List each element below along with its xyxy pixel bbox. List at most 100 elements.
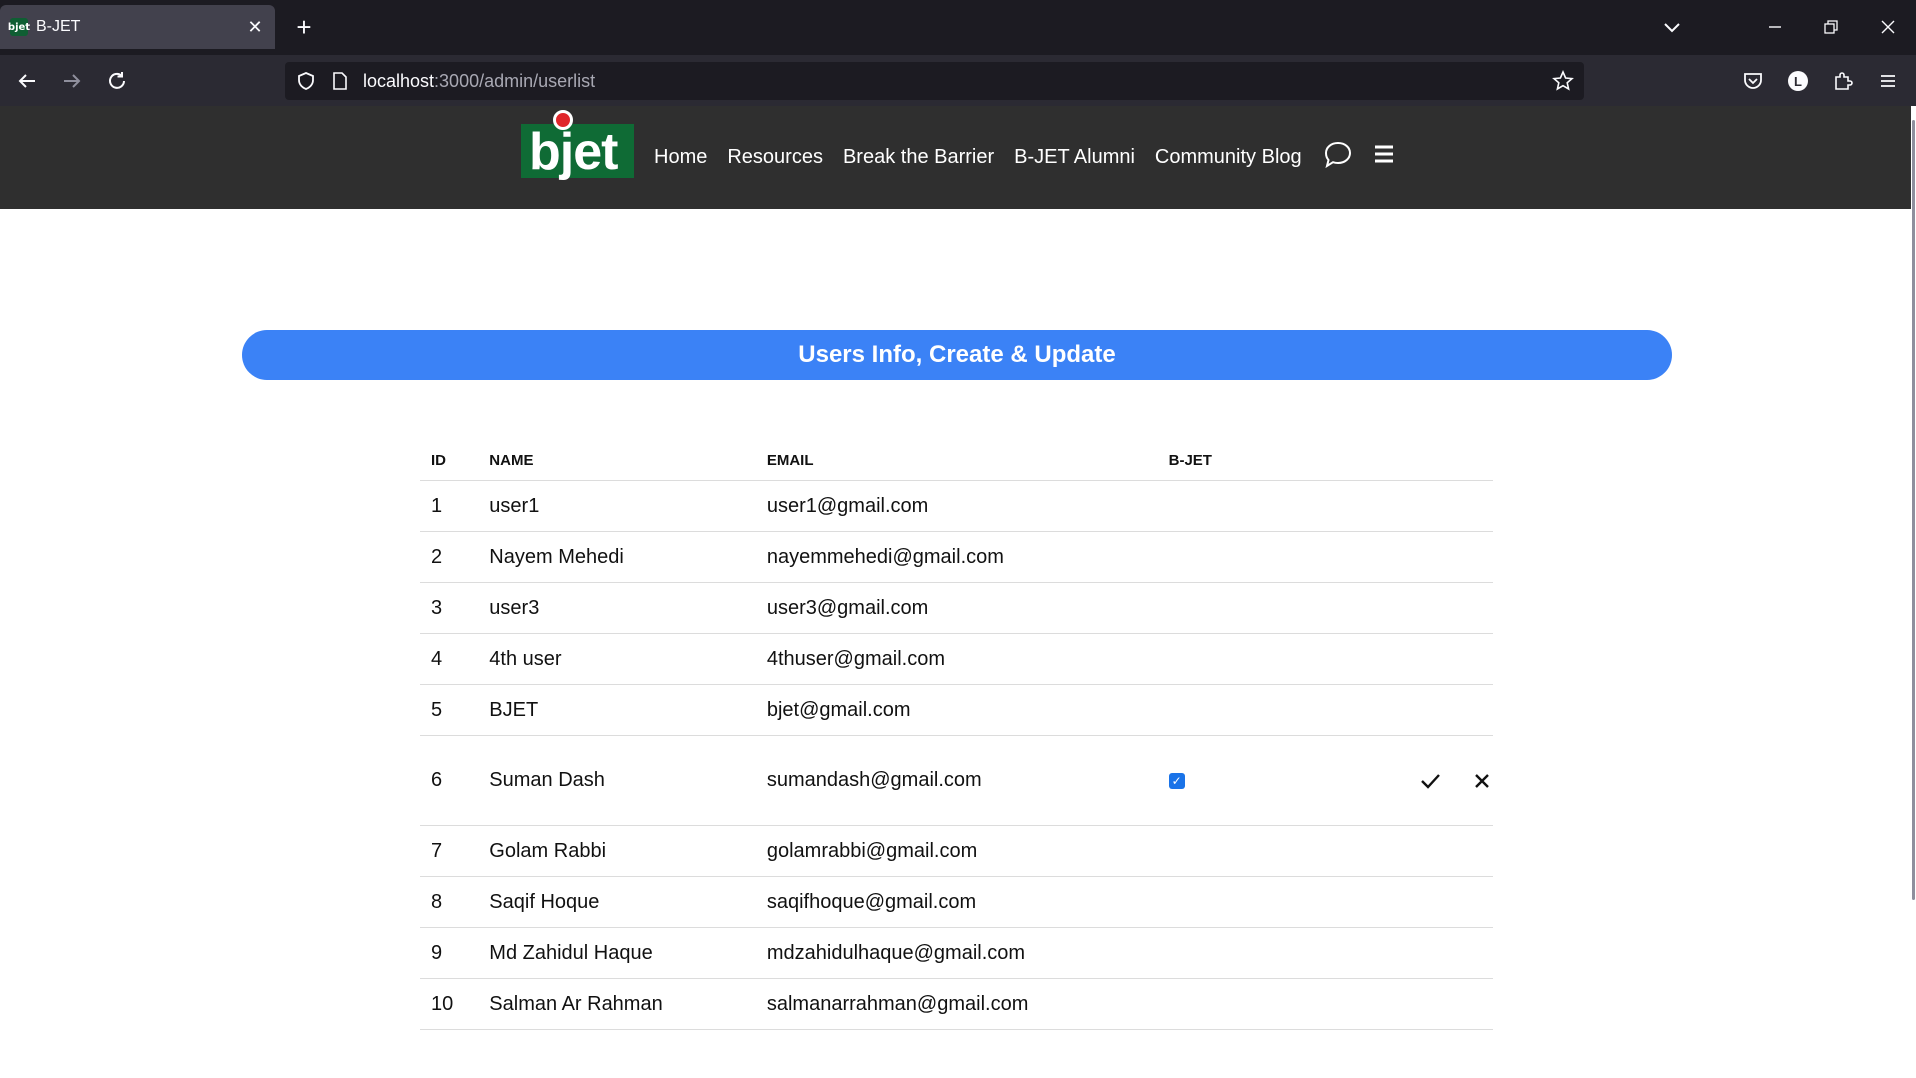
chat-bubble-icon[interactable] bbox=[1322, 139, 1354, 171]
tab-title: B-JET bbox=[36, 18, 81, 35]
table-row-editing[interactable]: 6 Suman Dash sumandash@gmail.com ✓ bbox=[420, 735, 1493, 826]
close-tab-icon[interactable]: ✕ bbox=[241, 17, 269, 38]
cell-name: Salman Ar Rahman bbox=[478, 978, 756, 1030]
cell-id: 9 bbox=[420, 927, 479, 979]
cell-action bbox=[1324, 633, 1451, 685]
page-title: Users Info, Create & Update bbox=[798, 341, 1116, 368]
confirm-check-icon[interactable] bbox=[1419, 770, 1441, 792]
reload-icon[interactable] bbox=[101, 65, 133, 97]
account-avatar-icon[interactable]: L bbox=[1782, 65, 1814, 97]
bookmark-star-icon[interactable] bbox=[1552, 70, 1574, 92]
column-header-email: EMAIL bbox=[755, 440, 1158, 481]
cell-action-2 bbox=[1451, 531, 1493, 583]
cell-name: Saqif Hoque bbox=[478, 876, 756, 928]
table-row[interactable]: 9 Md Zahidul Haque mdzahidulhaque@gmail.… bbox=[420, 927, 1493, 979]
cell-bjet bbox=[1157, 582, 1325, 634]
shield-icon[interactable] bbox=[295, 70, 317, 92]
cell-name: Md Zahidul Haque bbox=[478, 927, 756, 979]
restore-window-icon[interactable] bbox=[1816, 12, 1846, 42]
logo-dot bbox=[553, 110, 573, 130]
cell-name: Golam Rabbi bbox=[478, 825, 756, 877]
cell-id: 6 bbox=[420, 735, 479, 826]
column-header-id: ID bbox=[420, 440, 479, 481]
cell-email: saqifhoque@gmail.com bbox=[755, 876, 1158, 928]
table-row[interactable]: 8 Saqif Hoque saqifhoque@gmail.com bbox=[420, 876, 1493, 928]
cell-email: user1@gmail.com bbox=[755, 480, 1158, 532]
table-row[interactable]: 2 Nayem Mehedi nayemmehedi@gmail.com bbox=[420, 531, 1493, 583]
main-nav: Home Resources Break the Barrier B-JET A… bbox=[654, 146, 1302, 169]
cell-email: nayemmehedi@gmail.com bbox=[755, 531, 1158, 583]
cell-email: salmanarrahman@gmail.com bbox=[755, 978, 1158, 1030]
column-header-actions bbox=[1324, 440, 1451, 481]
bjet-checkbox[interactable]: ✓ bbox=[1168, 772, 1185, 789]
chevron-down-icon[interactable] bbox=[1658, 13, 1686, 41]
cell-id: 4 bbox=[420, 633, 479, 685]
address-bar[interactable]: localhost:3000/admin/userlist bbox=[285, 62, 1584, 100]
cell-email: sumandash@gmail.com bbox=[755, 735, 1158, 826]
nav-link-resources[interactable]: Resources bbox=[727, 146, 823, 169]
cell-bjet bbox=[1157, 978, 1325, 1030]
nav-link-home[interactable]: Home bbox=[654, 146, 707, 169]
cell-id: 1 bbox=[420, 480, 479, 532]
app-menu-hamburger-icon[interactable] bbox=[1872, 65, 1904, 97]
url-path: :3000/admin/userlist bbox=[434, 71, 596, 91]
page-title-banner: Users Info, Create & Update bbox=[242, 330, 1672, 380]
nav-link-bjet-alumni[interactable]: B-JET Alumni bbox=[1014, 146, 1135, 169]
browser-tab-active[interactable]: bjet B-JET ✕ bbox=[0, 5, 275, 49]
cell-bjet bbox=[1157, 633, 1325, 685]
nav-link-break-the-barrier[interactable]: Break the Barrier bbox=[843, 146, 994, 169]
cell-action-2 bbox=[1451, 735, 1493, 826]
cell-action-2 bbox=[1451, 480, 1493, 532]
table-header-row: ID NAME EMAIL B-JET bbox=[420, 440, 1493, 481]
cell-action bbox=[1324, 978, 1451, 1030]
cell-action-2 bbox=[1451, 978, 1493, 1030]
cell-email: user3@gmail.com bbox=[755, 582, 1158, 634]
new-tab-plus-icon[interactable]: + bbox=[290, 11, 318, 43]
table-row[interactable]: 5 BJET bjet@gmail.com bbox=[420, 684, 1493, 736]
table-row[interactable]: 3 user3 user3@gmail.com bbox=[420, 582, 1493, 634]
cell-name: Nayem Mehedi bbox=[478, 531, 756, 583]
cell-id: 2 bbox=[420, 531, 479, 583]
browser-tabstrip: bjet B-JET ✕ + bbox=[0, 0, 1916, 55]
cell-email: 4thuser@gmail.com bbox=[755, 633, 1158, 685]
url-text[interactable]: localhost:3000/admin/userlist bbox=[363, 71, 595, 92]
cell-bjet bbox=[1157, 684, 1325, 736]
cell-action bbox=[1324, 876, 1451, 928]
account-initial: L bbox=[1788, 71, 1808, 91]
nav-link-community-blog[interactable]: Community Blog bbox=[1155, 146, 1302, 169]
table-row[interactable]: 4 4th user 4thuser@gmail.com bbox=[420, 633, 1493, 685]
table-row[interactable]: 7 Golam Rabbi golamrabbi@gmail.com bbox=[420, 825, 1493, 877]
table-row[interactable]: 10 Salman Ar Rahman salmanarrahman@gmail… bbox=[420, 978, 1493, 1030]
cell-action bbox=[1324, 927, 1451, 979]
cell-name: Suman Dash bbox=[478, 735, 756, 826]
cell-name: user3 bbox=[478, 582, 756, 634]
cell-action-2 bbox=[1451, 927, 1493, 979]
minimize-window-icon[interactable] bbox=[1760, 12, 1790, 42]
cell-bjet bbox=[1157, 927, 1325, 979]
pocket-icon[interactable] bbox=[1737, 65, 1769, 97]
cell-bjet bbox=[1157, 825, 1325, 877]
site-menu-hamburger-icon[interactable] bbox=[1372, 142, 1396, 166]
bjet-logo[interactable]: bjet bbox=[521, 110, 634, 181]
column-header-bjet: B-JET bbox=[1157, 440, 1325, 481]
cancel-x-icon[interactable] bbox=[1471, 770, 1493, 792]
browser-toolbar: localhost:3000/admin/userlist L bbox=[0, 55, 1916, 106]
site-header: bjet Home Resources Break the Barrier B-… bbox=[0, 106, 1911, 209]
table-row[interactable]: 1 user1 user1@gmail.com bbox=[420, 480, 1493, 532]
page-scrollbar-thumb[interactable] bbox=[1912, 120, 1915, 900]
forward-arrow-icon[interactable] bbox=[56, 65, 88, 97]
cell-action bbox=[1324, 825, 1451, 877]
cell-name: 4th user bbox=[478, 633, 756, 685]
cell-email: mdzahidulhaque@gmail.com bbox=[755, 927, 1158, 979]
cell-action-2 bbox=[1451, 684, 1493, 736]
logo-text: bjet bbox=[529, 123, 618, 181]
cell-bjet: ✓ bbox=[1157, 735, 1325, 826]
users-table: ID NAME EMAIL B-JET 1 user1 user1@gmail.… bbox=[420, 440, 1493, 1030]
close-window-icon[interactable] bbox=[1873, 12, 1903, 42]
column-header-name: NAME bbox=[478, 440, 756, 481]
extensions-puzzle-icon[interactable] bbox=[1827, 65, 1859, 97]
page-icon[interactable] bbox=[329, 70, 351, 92]
back-arrow-icon[interactable] bbox=[11, 65, 43, 97]
cell-name: BJET bbox=[478, 684, 756, 736]
cell-id: 7 bbox=[420, 825, 479, 877]
